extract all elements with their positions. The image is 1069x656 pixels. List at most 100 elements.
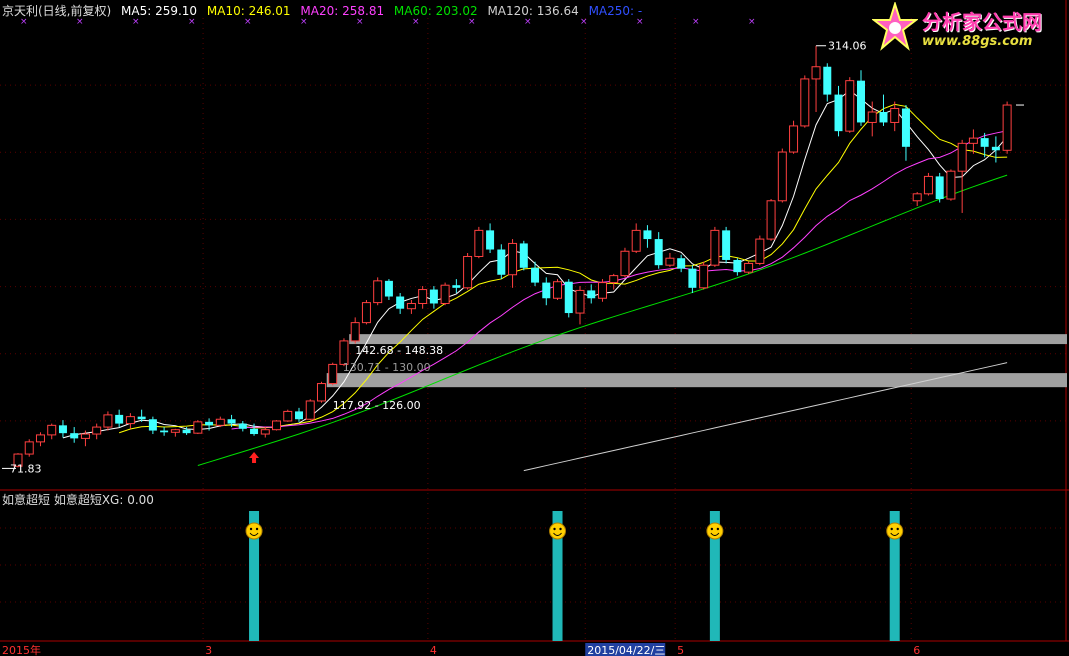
candle-body-up [193,421,203,434]
candle-body-up [800,78,810,127]
candle-body-down [148,419,157,431]
candle-body-down [205,421,214,426]
candle-body-down [519,243,528,268]
candle-body-up [215,418,225,426]
candle-body-up [744,262,754,273]
candle-body-up [474,229,484,257]
zone-label: 142.68 - 148.38 [355,344,443,357]
x-tick-label: 4 [430,644,437,656]
candle-body-down [497,249,506,275]
candle-body-up [1002,104,1012,151]
candle-body-down [238,423,247,429]
candle-body-up [946,170,956,200]
candle-body-down [384,280,393,297]
buy-arrow-icon [249,452,260,463]
smiley-eye [249,527,253,531]
candle-body-down [250,428,259,435]
candle-body-up [463,255,473,289]
high-price-label: 314.06 [828,40,867,53]
smiley-icon [245,522,263,540]
candle-body-up [35,434,45,443]
candle-body-up [406,302,416,310]
candle-body-up [575,289,585,314]
ma-line-ma60 [197,174,1008,466]
top-marker: × [692,17,700,27]
candle-body-down [396,296,405,309]
candle-body-up [328,363,338,385]
candle-body-up [923,175,933,195]
ma120-label: MA120: 136.64 [487,4,579,18]
candle-body-down [486,230,495,250]
candle-body-up [260,429,270,435]
candle-body-down [429,289,438,304]
candle-body-up [80,433,90,439]
smiley-eye [710,527,714,531]
candle-body-down [980,138,989,147]
zone-label: 117.92 - 126.00 [333,399,421,412]
logo-title: 分析家公式网 [922,10,1042,34]
stock-title: 京天利(日线,前复权) [2,4,112,18]
candle-body-down [935,176,944,200]
smiley-eye [896,527,899,531]
ma20-label: MA20: 258.81 [300,4,385,18]
candle-body-down [564,281,573,314]
price-zone-band [349,334,1067,345]
candle-body-down [879,112,888,123]
candle-body-up [890,108,900,123]
x-tick-label: 5 [677,644,684,656]
candle-body-down [688,268,697,288]
top-marker: × [748,17,756,27]
smiley-eye [716,527,720,531]
candle-body-up [350,322,360,342]
chart-header: 京天利(日线,前复权) MA5: 259.10 MA10: 246.01 MA2… [2,2,648,19]
candle-body-up [47,424,57,436]
price-zone-band [326,373,1068,388]
candle-body-down [991,146,1000,151]
candle-body-up [620,250,630,277]
candle-body-up [125,416,135,425]
logo-url: www.88gs.com [922,34,1033,49]
candle-body-up [508,242,518,276]
indicator-label: 如意超短 如意超短XG: 0.00 [2,493,154,507]
candle-body-up [597,282,607,299]
candle-body-up [789,125,799,153]
smiley-icon [549,522,567,540]
candle-body-up [699,264,709,289]
x-tick-label: 3 [205,644,212,656]
candle-body-down [733,259,742,273]
ma10-label: MA10: 246.01 [206,4,291,18]
candle-body-up [777,151,787,202]
candle-body-down [531,267,540,283]
candle-body-down [70,433,79,439]
candle-body-up [283,410,293,422]
candle-body-up [968,137,978,144]
candle-body-up [811,66,821,80]
candle-body-up [170,429,180,433]
candle-body-down [115,414,124,424]
candle-body-down [160,430,169,433]
ma250-label: MA250: - [588,4,643,18]
candle-body-up [867,111,877,123]
ma60-label: MA60: 203.02 [393,4,478,18]
candle-body-down [901,108,910,147]
candle-body-down [295,411,303,420]
candle-body-down [857,80,865,123]
candle-body-up [609,275,619,284]
x-tick-label: 2015/04/22/三 [587,644,665,656]
site-logo[interactable]: 分析家公式网 www.88gs.com [870,2,1066,54]
ma5-label: MA5: 259.10 [121,4,198,18]
candle-body-down [677,258,686,269]
candle-body-up [24,441,34,455]
smiley-eye [255,527,259,531]
star-logo-icon [872,2,918,51]
candle-body-up [766,200,776,240]
candle-body-up [710,229,720,266]
smiley-eye [890,527,893,531]
candle-body-down [722,230,731,260]
candle-body-up [845,80,855,132]
candle-body-down [823,66,832,95]
candle-body-up [440,284,450,304]
candle-body-up [272,420,282,431]
x-tick-label: 6 [913,644,920,656]
smiley-icon [706,522,724,540]
